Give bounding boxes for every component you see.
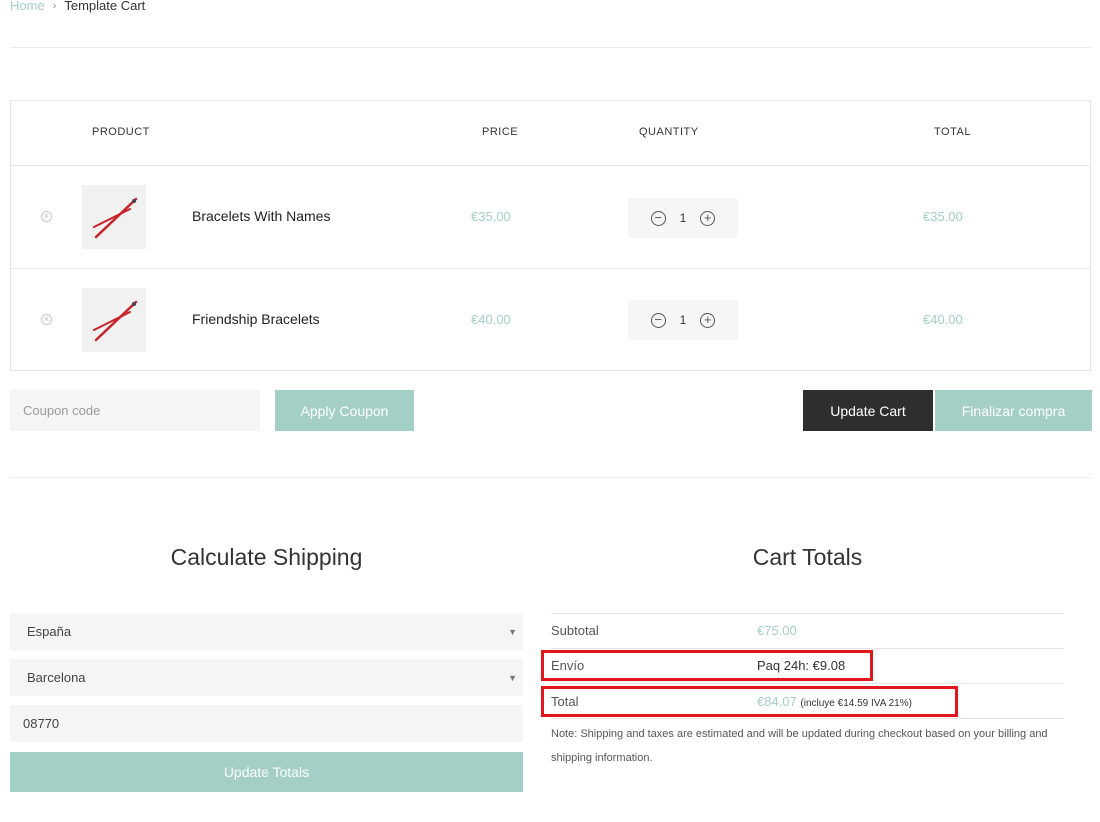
totals-divider <box>551 613 1064 614</box>
chevron-down-icon: ▼ <box>508 626 517 637</box>
postcode-input[interactable]: 08770 <box>10 705 523 742</box>
table-row: × Friendship Bracelets €40.00 − 1 + €40.… <box>11 269 1090 372</box>
totals-divider <box>551 718 1064 719</box>
cart-totals-title: Cart Totals <box>752 544 863 570</box>
line-total: €40.00 <box>923 312 963 327</box>
top-divider <box>10 47 1091 48</box>
bracelet-image-icon <box>93 300 138 342</box>
product-price: €40.00 <box>471 312 511 327</box>
minus-icon[interactable]: − <box>650 312 666 328</box>
header-quantity: QUANTITY <box>639 126 699 138</box>
header-total: TOTAL <box>934 126 971 138</box>
quantity-value[interactable]: 1 <box>680 211 687 225</box>
apply-coupon-button[interactable]: Apply Coupon <box>275 390 414 431</box>
plus-icon[interactable]: + <box>700 210 716 226</box>
bracelet-image-icon <box>93 197 138 239</box>
breadcrumb: Home › Template Cart <box>10 0 145 13</box>
cart-table: PRODUCT PRICE QUANTITY TOTAL × Bracelets… <box>10 100 1091 371</box>
product-name-link[interactable]: Bracelets With Names <box>192 208 330 224</box>
product-thumbnail[interactable] <box>82 185 146 249</box>
header-product: PRODUCT <box>92 126 150 138</box>
coupon-code-input[interactable] <box>10 390 260 431</box>
state-value: Barcelona <box>27 670 86 685</box>
table-row: × Bracelets With Names €35.00 − 1 + €35.… <box>11 166 1090 269</box>
update-totals-button[interactable]: Update Totals <box>10 752 523 792</box>
country-select[interactable]: España ▼ <box>10 613 523 650</box>
remove-item-icon[interactable]: × <box>41 314 52 325</box>
state-select[interactable]: Barcelona ▼ <box>10 659 523 696</box>
quantity-value[interactable]: 1 <box>680 313 687 327</box>
calculate-shipping-title: Calculate Shipping <box>170 544 363 570</box>
subtotal-value: €75.00 <box>757 623 797 638</box>
postcode-value: 08770 <box>23 716 60 731</box>
plus-icon[interactable]: + <box>700 312 716 328</box>
breadcrumb-current: Template Cart <box>64 0 146 13</box>
quantity-stepper: − 1 + <box>628 198 738 238</box>
shipping-note: Note: Shipping and taxes are estimated a… <box>551 728 1048 764</box>
chevron-down-icon: ▼ <box>508 672 517 683</box>
product-price: €35.00 <box>471 209 511 224</box>
product-name-link[interactable]: Friendship Bracelets <box>192 311 320 327</box>
shipping-highlight-box <box>541 650 873 681</box>
minus-icon[interactable]: − <box>650 210 666 226</box>
totals-divider <box>551 648 1064 649</box>
country-value: España <box>27 624 72 639</box>
breadcrumb-separator: › <box>52 0 57 12</box>
section-divider <box>10 477 1091 478</box>
header-price: PRICE <box>482 126 519 138</box>
product-thumbnail[interactable] <box>82 288 146 352</box>
remove-item-icon[interactable]: × <box>41 211 52 222</box>
update-cart-button[interactable]: Update Cart <box>803 390 933 431</box>
breadcrumb-home-link[interactable]: Home <box>10 0 45 13</box>
subtotal-label: Subtotal <box>551 623 599 638</box>
totals-divider <box>551 683 1064 684</box>
line-total: €35.00 <box>923 209 963 224</box>
quantity-stepper: − 1 + <box>628 300 738 340</box>
total-highlight-box <box>541 686 958 717</box>
checkout-button[interactable]: Finalizar compra <box>935 390 1092 431</box>
